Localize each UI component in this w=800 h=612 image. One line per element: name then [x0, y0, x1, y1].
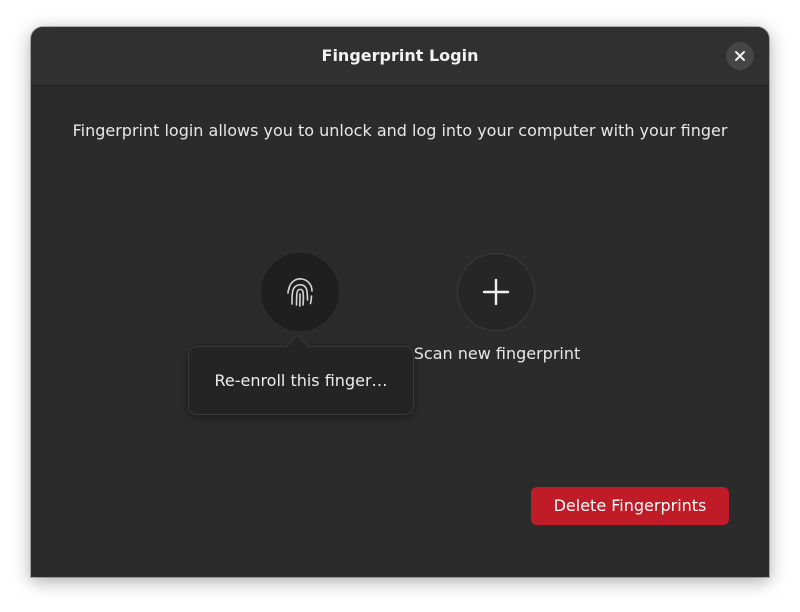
fingerprint-icon: [287, 278, 313, 307]
close-button[interactable]: [726, 42, 754, 70]
delete-fingerprints-button[interactable]: Delete Fingerprints: [531, 487, 729, 525]
scan-new-fingerprint-button[interactable]: [457, 253, 535, 331]
plus-icon: [482, 278, 510, 306]
re-enroll-finger-menu-item[interactable]: Re-enroll this finger…: [195, 353, 407, 408]
close-icon: [735, 51, 745, 61]
title-bar: Fingerprint Login: [31, 27, 769, 86]
dialog-title: Fingerprint Login: [321, 46, 479, 65]
scan-new-fingerprint-label: Scan new fingerprint: [413, 344, 581, 363]
enrolled-finger-button[interactable]: [261, 253, 339, 331]
fingerprint-dialog: Fingerprint Login Fingerprint login allo…: [31, 27, 769, 577]
finger-popover-menu: Re-enroll this finger…: [188, 334, 414, 415]
dialog-description: Fingerprint login allows you to unlock a…: [72, 121, 728, 140]
